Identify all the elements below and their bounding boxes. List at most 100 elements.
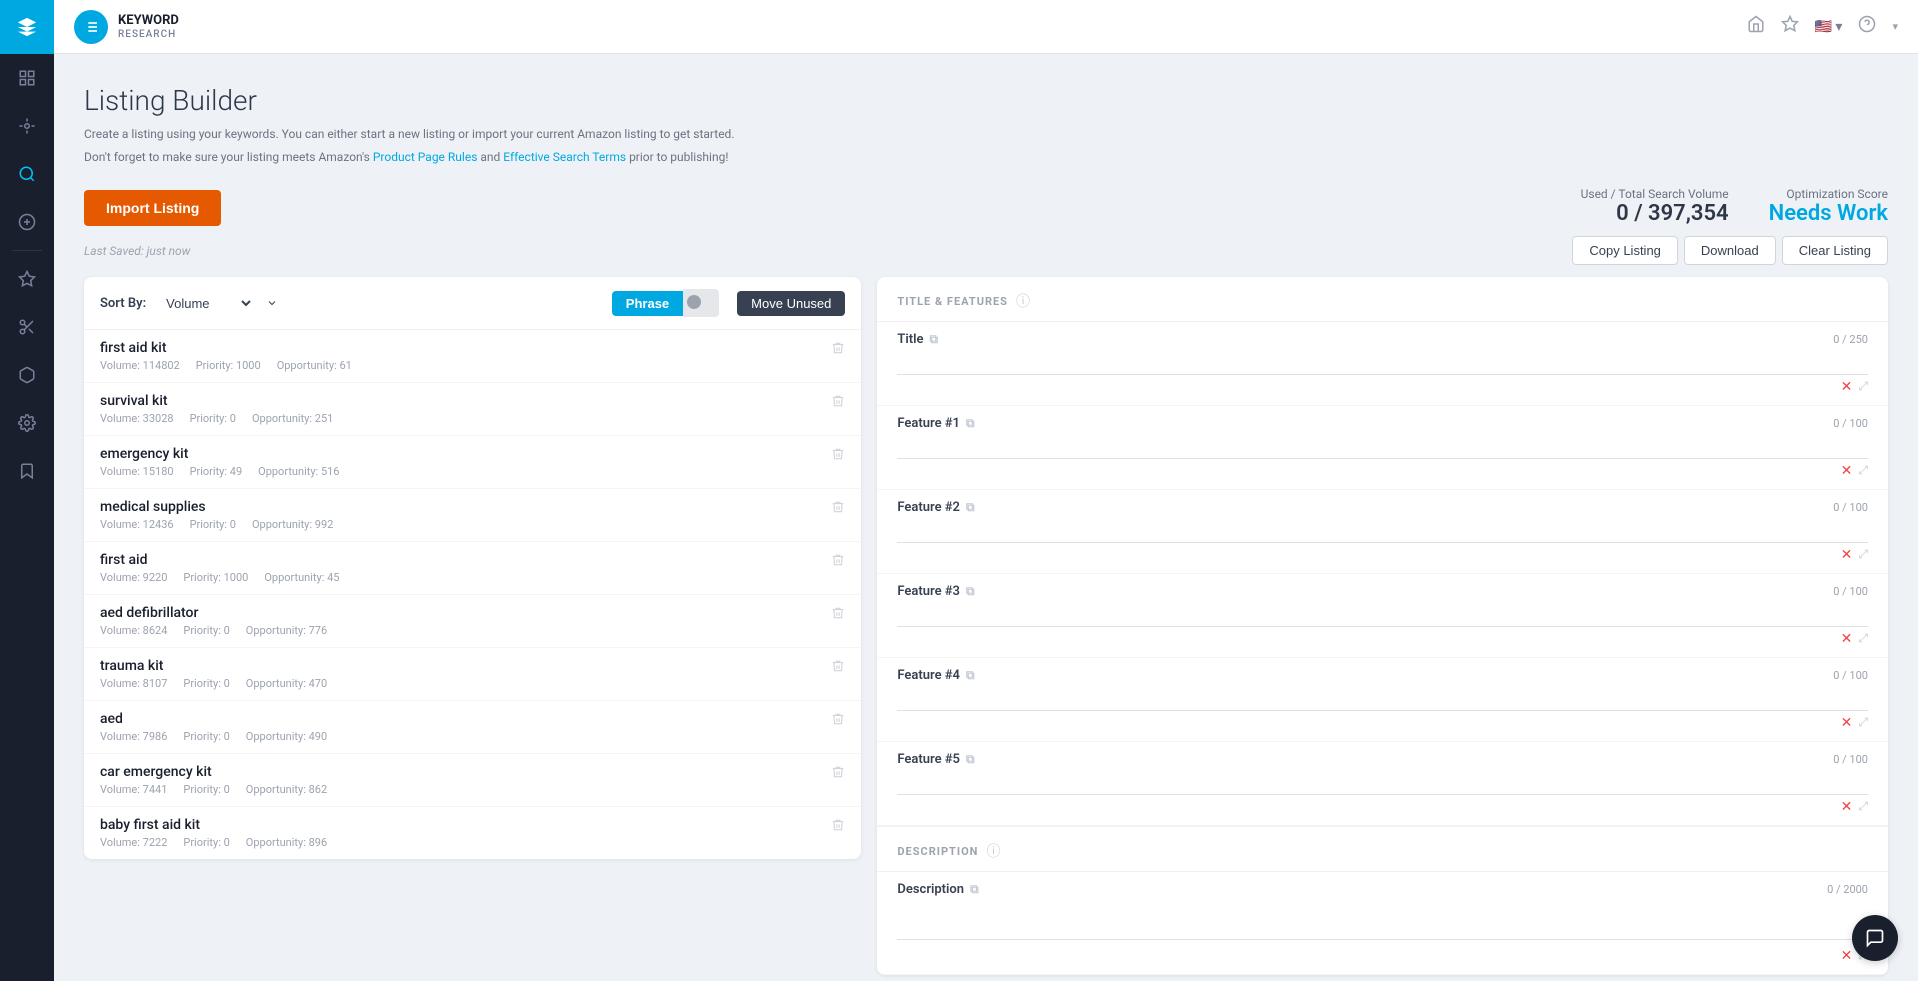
feature4-clear-icon[interactable]: ✕ <box>1841 715 1853 731</box>
keyword-name: medical supplies <box>100 499 333 515</box>
nav-logo[interactable] <box>0 0 54 54</box>
sidebar-item-bookmark[interactable] <box>0 447 54 495</box>
title-features-info-icon[interactable]: ⓘ <box>1016 291 1030 311</box>
keyword-delete-icon[interactable] <box>831 393 845 412</box>
feature2-expand-icon[interactable]: ⤢ <box>1858 547 1868 563</box>
sidebar-item-pin[interactable] <box>0 255 54 303</box>
move-unused-button[interactable]: Move Unused <box>737 291 845 316</box>
feature3-expand-icon[interactable]: ⤢ <box>1858 631 1868 647</box>
keyword-delete-icon[interactable] <box>831 446 845 465</box>
feature2-input[interactable] <box>897 519 1868 543</box>
keyword-opportunity: Opportunity: 516 <box>258 465 339 478</box>
keyword-list-item: survival kit Volume: 33028 Priority: 0 O… <box>84 383 861 436</box>
keyword-list-item: first aid kit Volume: 114802 Priority: 1… <box>84 330 861 383</box>
keyword-opportunity: Opportunity: 896 <box>246 836 327 849</box>
sidebar-item-scissors[interactable] <box>0 303 54 351</box>
feature1-copy-icon[interactable]: ⧉ <box>966 416 975 431</box>
feature5-expand-icon[interactable]: ⤢ <box>1858 799 1868 815</box>
sidebar-item-search[interactable] <box>0 150 54 198</box>
feature3-copy-icon[interactable]: ⧉ <box>966 584 975 599</box>
feature5-field-row: Feature #5 ⧉ 0 / 100 ✕ ⤢ <box>877 742 1888 826</box>
title-clear-icon[interactable]: ✕ <box>1841 379 1853 395</box>
keyword-priority: Priority: 0 <box>183 730 229 743</box>
chat-bubble[interactable] <box>1852 915 1898 961</box>
pin-icon[interactable] <box>1781 15 1799 38</box>
keyword-volume: Volume: 9220 <box>100 571 167 584</box>
feature1-input[interactable] <box>897 435 1868 459</box>
feature3-clear-icon[interactable]: ✕ <box>1841 631 1853 647</box>
keyword-panel-header: Sort By: Volume Priority Opportunity Phr… <box>84 277 861 330</box>
title-field-row: Title ⧉ 0 / 250 ✕ ⤢ <box>877 322 1888 406</box>
title-counter: 0 / 250 <box>1833 333 1868 346</box>
home-icon[interactable] <box>1747 15 1765 38</box>
sidebar-item-dashboard[interactable] <box>0 54 54 102</box>
flag-icon[interactable]: 🇺🇸 ▾ <box>1815 19 1843 35</box>
feature5-counter: 0 / 100 <box>1833 753 1868 766</box>
sidebar-item-box[interactable] <box>0 351 54 399</box>
feature5-copy-icon[interactable]: ⧉ <box>966 752 975 767</box>
phrase-toggle-switch[interactable] <box>683 289 719 317</box>
sidebar-item-settings[interactable] <box>0 399 54 447</box>
keyword-priority: Priority: 0 <box>190 412 236 425</box>
feature5-clear-icon[interactable]: ✕ <box>1841 799 1853 815</box>
copy-listing-button[interactable]: Copy Listing <box>1572 236 1678 265</box>
keyword-delete-icon[interactable] <box>831 499 845 518</box>
description-copy-icon[interactable]: ⧉ <box>970 882 979 897</box>
effective-search-terms-link[interactable]: Effective Search Terms <box>503 150 626 164</box>
keyword-list-item: trauma kit Volume: 8107 Priority: 0 Oppo… <box>84 648 861 701</box>
clear-listing-button[interactable]: Clear Listing <box>1782 236 1888 265</box>
keyword-delete-icon[interactable] <box>831 658 845 677</box>
keyword-item-content: survival kit Volume: 33028 Priority: 0 O… <box>100 393 333 425</box>
keyword-meta: Volume: 7441 Priority: 0 Opportunity: 86… <box>100 783 327 796</box>
keyword-list-item: emergency kit Volume: 15180 Priority: 49… <box>84 436 861 489</box>
keyword-actions <box>831 711 845 730</box>
download-button[interactable]: Download <box>1684 236 1776 265</box>
description-input[interactable] <box>897 901 1868 940</box>
keyword-item-content: medical supplies Volume: 12436 Priority:… <box>100 499 333 531</box>
feature1-clear-icon[interactable]: ✕ <box>1841 463 1853 479</box>
keyword-opportunity: Opportunity: 490 <box>246 730 327 743</box>
title-features-label: TITLE & FEATURES <box>897 295 1008 308</box>
keyword-delete-icon[interactable] <box>831 817 845 836</box>
keyword-delete-icon[interactable] <box>831 764 845 783</box>
description-info-icon[interactable]: ⓘ <box>986 841 1000 861</box>
title-input[interactable] <box>897 351 1868 375</box>
help-icon[interactable] <box>1858 15 1876 38</box>
description-clear-icon[interactable]: ✕ <box>1841 948 1853 964</box>
keyword-opportunity: Opportunity: 776 <box>246 624 327 637</box>
feature1-expand-icon[interactable]: ⤢ <box>1858 463 1868 479</box>
sidebar-item-sparkle[interactable] <box>0 102 54 150</box>
keyword-meta: Volume: 9220 Priority: 1000 Opportunity:… <box>100 571 340 584</box>
feature2-clear-icon[interactable]: ✕ <box>1841 547 1853 563</box>
keyword-list-item: first aid Volume: 9220 Priority: 1000 Op… <box>84 542 861 595</box>
product-page-rules-link[interactable]: Product Page Rules <box>373 150 478 164</box>
feature2-copy-icon[interactable]: ⧉ <box>966 500 975 515</box>
keyword-meta: Volume: 7986 Priority: 0 Opportunity: 49… <box>100 730 327 743</box>
keyword-item-content: aed Volume: 7986 Priority: 0 Opportunity… <box>100 711 327 743</box>
feature4-input[interactable] <box>897 687 1868 711</box>
feature5-input[interactable] <box>897 771 1868 795</box>
import-listing-button[interactable]: Import Listing <box>84 190 221 226</box>
keyword-actions <box>831 499 845 518</box>
title-field-label: Title ⧉ <box>897 332 938 347</box>
title-copy-icon[interactable]: ⧉ <box>930 332 939 347</box>
feature4-expand-icon[interactable]: ⤢ <box>1858 715 1868 731</box>
keyword-actions <box>831 552 845 571</box>
phrase-button[interactable]: Phrase <box>612 291 683 316</box>
feature1-label: Feature #1 ⧉ <box>897 416 974 431</box>
header-row: Import Listing Used / Total Search Volum… <box>84 187 1888 226</box>
sidebar-item-rocket[interactable] <box>0 198 54 246</box>
keyword-delete-icon[interactable] <box>831 711 845 730</box>
title-expand-icon[interactable]: ⤢ <box>1858 379 1868 395</box>
keyword-delete-icon[interactable] <box>831 552 845 571</box>
used-volume-value: 0 / 397,354 <box>1581 201 1729 226</box>
feature4-copy-icon[interactable]: ⧉ <box>966 668 975 683</box>
sort-select[interactable]: Volume Priority Opportunity <box>158 293 254 314</box>
keyword-item-content: trauma kit Volume: 8107 Priority: 0 Oppo… <box>100 658 327 690</box>
description-section: DESCRIPTION ⓘ Description ⧉ 0 / 2000 <box>877 826 1888 975</box>
keyword-name: emergency kit <box>100 446 340 462</box>
keyword-delete-icon[interactable] <box>831 340 845 359</box>
keyword-meta: Volume: 15180 Priority: 49 Opportunity: … <box>100 465 340 478</box>
feature3-input[interactable] <box>897 603 1868 627</box>
keyword-delete-icon[interactable] <box>831 605 845 624</box>
